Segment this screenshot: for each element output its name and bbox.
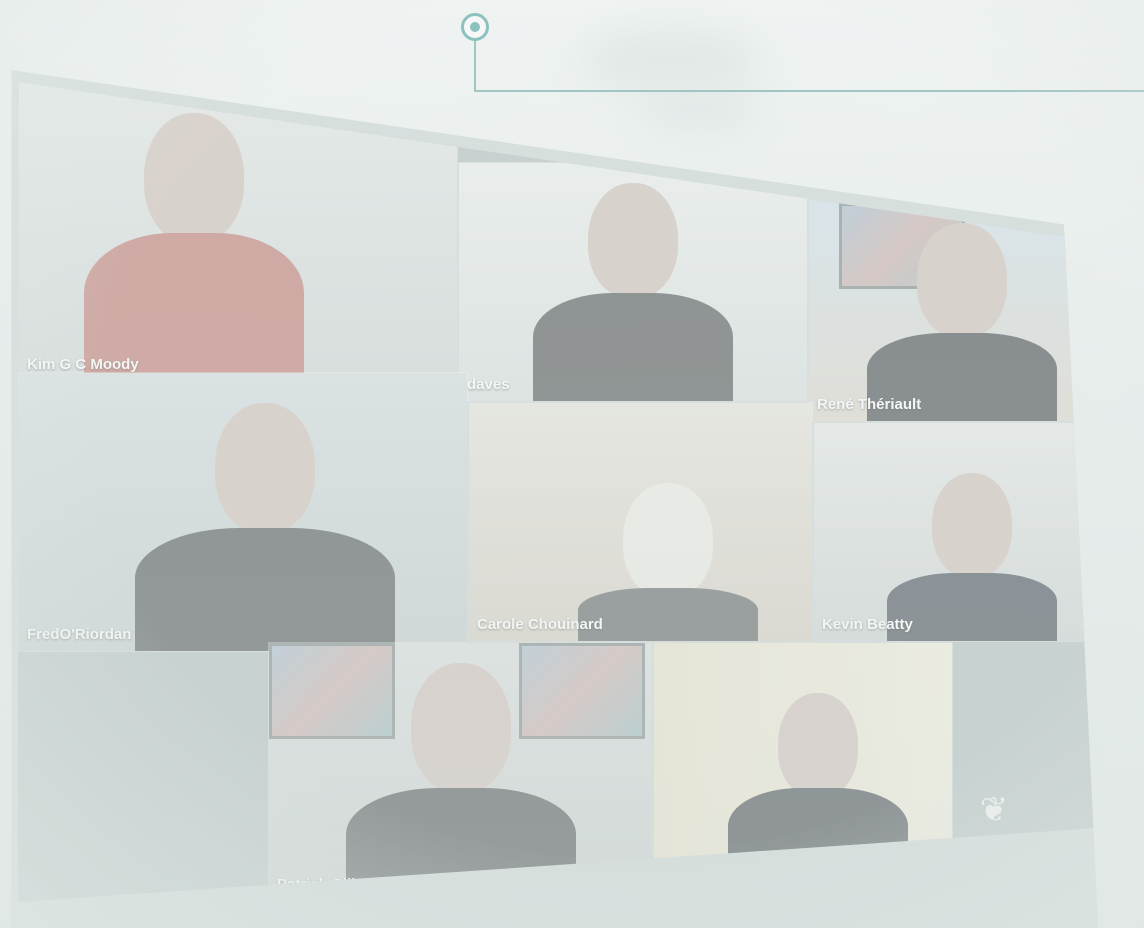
target-ring-icon — [461, 13, 489, 41]
participant-video — [577, 483, 758, 641]
participant-name: FredO'Riordan — [27, 626, 132, 643]
participant-video — [727, 693, 908, 881]
participant-video — [866, 223, 1057, 421]
participant-video — [135, 403, 396, 651]
participant-name: Patrick Gill — [277, 876, 356, 893]
participant-name: Jack Mintz — [662, 856, 738, 873]
video-tile-fred-oriordan[interactable]: FredO'Riordan — [18, 372, 468, 652]
video-call-screen: Kim G C Moody daves René Thériault FredO… — [18, 82, 1094, 902]
participant-video — [345, 663, 576, 901]
participant-name: René Thériault — [817, 396, 922, 413]
video-tile-carole-chouinard[interactable]: Carole Chouinard — [468, 402, 813, 642]
participant-video — [84, 103, 305, 381]
participant-name: Kim G C Moody — [27, 356, 139, 373]
video-tile-kevin-beatty[interactable]: Kevin Beatty — [813, 422, 1088, 642]
background-blur — [580, 30, 760, 90]
participant-name: daves — [467, 376, 510, 393]
participant-video — [533, 183, 733, 401]
background-blur — [640, 90, 760, 130]
video-tile-daves[interactable]: daves — [458, 162, 808, 402]
video-tile-patrick-gill[interactable]: Patrick Gill — [268, 642, 653, 902]
participant-name: Kevin Beatty — [822, 616, 913, 633]
video-tile-rene-theriault[interactable]: René Thériault — [808, 192, 1088, 422]
video-tile-kim-moody[interactable]: Kim G C Moody — [18, 82, 458, 382]
participant-name: Carole Chouinard — [477, 616, 603, 633]
video-tile-jack-mintz[interactable]: Jack Mintz — [653, 642, 953, 882]
connector-line-horizontal — [474, 90, 1144, 92]
connector-line-vertical — [474, 40, 476, 92]
maple-leaf-icon: ❦ — [979, 791, 1009, 829]
monitor: Kim G C Moody daves René Thériault FredO… — [11, 70, 1099, 928]
